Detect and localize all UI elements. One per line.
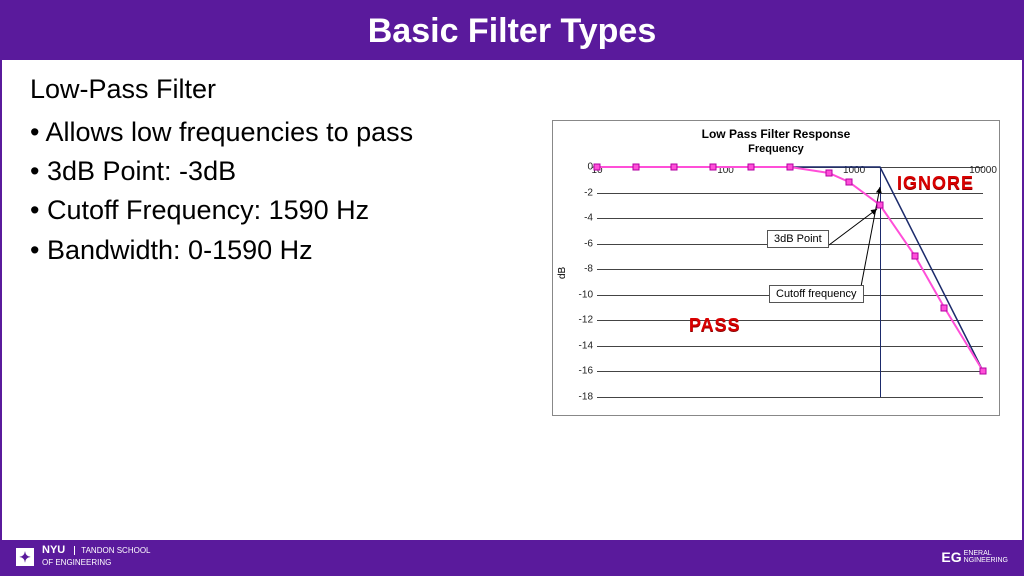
nyu-torch-icon: ✦ — [16, 548, 34, 566]
bullet-item: Cutoff Frequency: 1590 Hz — [30, 191, 550, 230]
slide-title: Basic Filter Types — [2, 2, 1022, 60]
section-heading: Low-Pass Filter — [30, 70, 550, 109]
pass-label: PASS — [689, 315, 741, 336]
footer: ✦ NYU TANDON SCHOOL OF ENGINEERING EG EN… — [2, 540, 1022, 574]
annotation-3db: 3dB Point — [767, 230, 829, 248]
bullet-item: Allows low frequencies to pass — [30, 113, 550, 152]
chart-plot-area: 0 -2 -4 -6 -8 -10 -12 -14 -16 -18 10 100… — [597, 167, 983, 397]
nyu-name: NYU — [42, 544, 65, 556]
eg-logo: EG ENERAL NGINEERING — [941, 549, 1008, 565]
bullet-item: 3dB Point: -3dB — [30, 152, 550, 191]
chart-title: Low Pass Filter Response — [553, 127, 999, 141]
ytick: -2 — [563, 187, 593, 198]
chart-lines — [597, 167, 983, 397]
ytick: -8 — [563, 264, 593, 275]
ytick: -16 — [563, 366, 593, 377]
ytick: -4 — [563, 213, 593, 224]
ytick: -6 — [563, 238, 593, 249]
slide: Basic Filter Types Low-Pass Filter Allow… — [0, 0, 1024, 576]
ignore-label: IGNORE — [897, 173, 974, 194]
chart-subtitle: Frequency — [553, 143, 999, 155]
ytick: 0 — [563, 162, 593, 173]
eg-big: EG — [941, 549, 961, 565]
nyu-logo-block: ✦ NYU TANDON SCHOOL OF ENGINEERING — [16, 545, 151, 568]
ytick: -10 — [563, 289, 593, 300]
ytick: -12 — [563, 315, 593, 326]
bullet-item: Bandwidth: 0-1590 Hz — [30, 231, 550, 270]
chart: Low Pass Filter Response Frequency dB 0 … — [552, 120, 1000, 416]
eg-small: ENERAL NGINEERING — [964, 550, 1008, 564]
annotation-cutoff: Cutoff frequency — [769, 285, 864, 303]
ytick: -14 — [563, 340, 593, 351]
ytick: -18 — [563, 392, 593, 403]
content-block: Low-Pass Filter Allows low frequencies t… — [30, 70, 550, 270]
